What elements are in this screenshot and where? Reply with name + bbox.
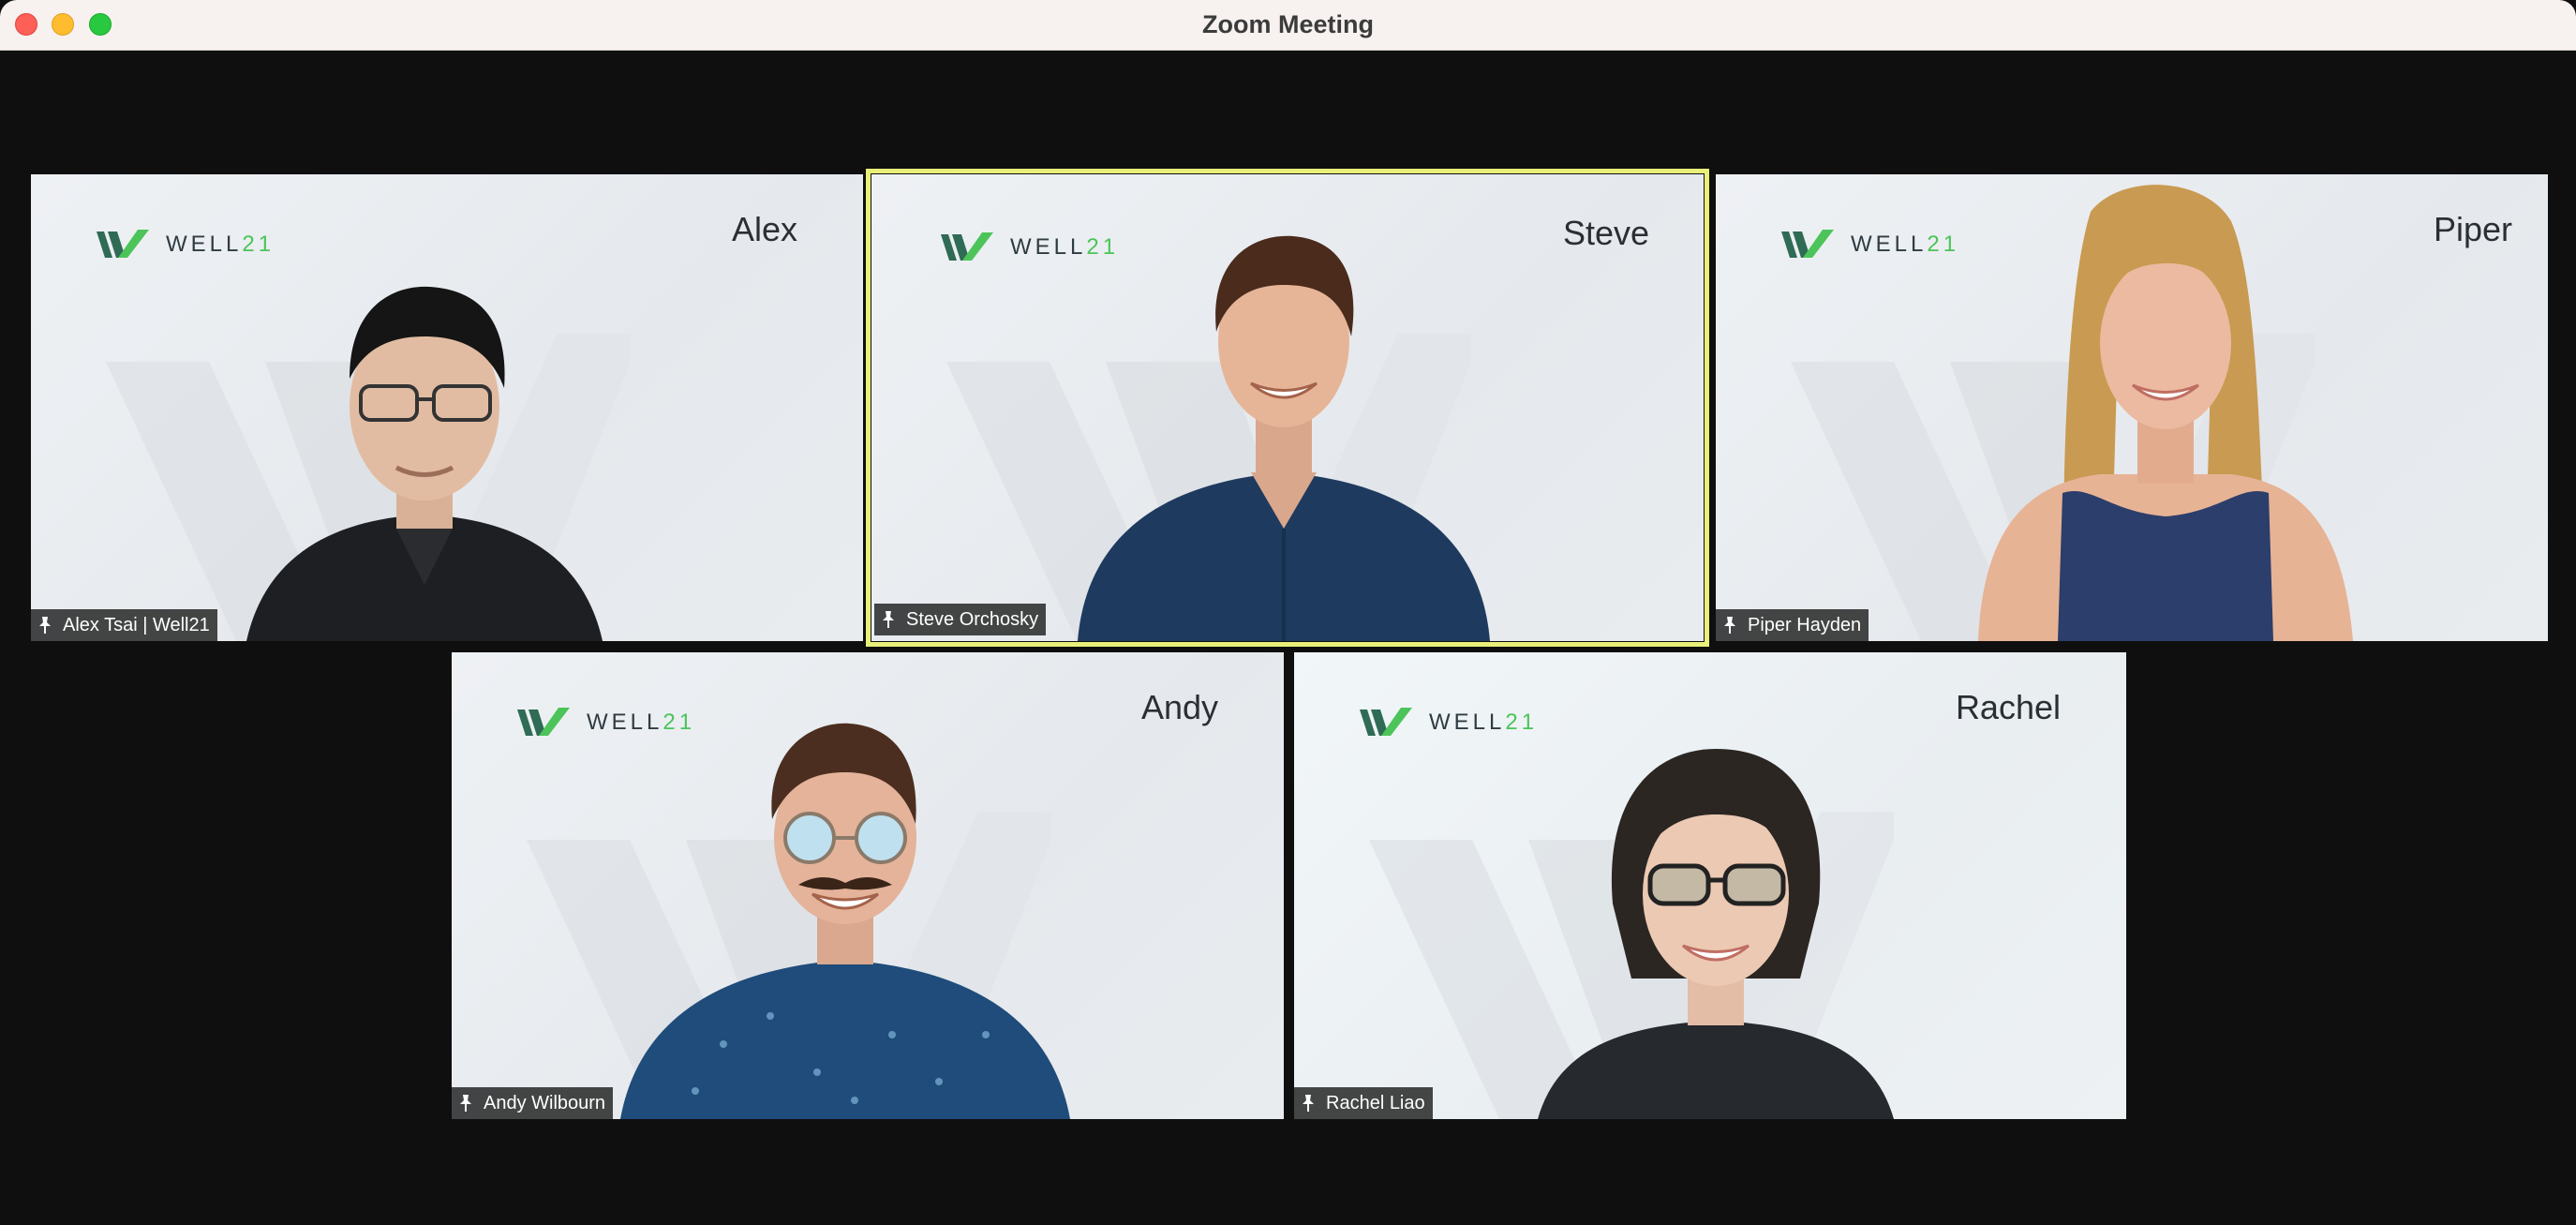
pin-icon[interactable] [1721,616,1738,635]
logo-text: WELL [1429,710,1506,735]
logo-text: WELL [1851,232,1928,257]
well21-logo-icon [941,231,997,264]
participant-full-name: Andy Wilbourn [484,1093,606,1113]
participant-video-andy [620,723,1070,1119]
participant-video-steve [1078,235,1490,641]
participant-first-name: Piper [2433,210,2512,248]
participant-first-name: Andy [1140,688,1218,726]
video-tile-steve[interactable]: WELL21 Steve Steve Orchosky [866,169,1709,647]
video-gallery: WELL21 Alex Alex Tsai | Well21 WELL21 St… [0,51,2576,1225]
participant-first-name: Steve [1562,214,1649,252]
well21-logo-icon [517,706,573,739]
participant-first-name: Alex [731,210,797,248]
pin-icon[interactable] [880,610,897,629]
title-bar: Zoom Meeting [0,0,2576,51]
video-tile-rachel[interactable]: WELL21 Rachel Rachel Liao [1294,652,2126,1119]
participant-name-label: Andy Wilbourn [452,1087,614,1119]
pin-icon[interactable] [37,616,53,635]
window-title: Zoom Meeting [1202,10,1374,38]
pin-icon[interactable] [457,1094,474,1113]
participant-full-name: Piper Hayden [1748,615,1862,635]
participant-full-name: Steve Orchosky [906,609,1039,630]
well21-logo: WELL21 [1781,226,1959,263]
participant-video-alex [246,286,603,641]
participant-name-label: Alex Tsai | Well21 [31,609,217,641]
video-tile-piper[interactable]: WELL21 Piper Piper Hayden [1716,174,2548,641]
participant-video-rachel [1538,749,1894,1119]
participant-name-label: Piper Hayden [1716,609,1869,641]
participant-full-name: Rachel Liao [1326,1093,1425,1113]
well21-logo-icon [97,228,153,261]
video-tile-andy[interactable]: WELL21 Andy Andy Wilbourn [452,652,1284,1119]
well21-logo-icon [1360,706,1416,739]
participant-name-label: Steve Orchosky [874,604,1047,635]
participant-video-piper [1978,185,2353,641]
well21-logo-icon [1781,228,1838,261]
participant-name-label: Rachel Liao [1294,1087,1433,1119]
participant-full-name: Alex Tsai | Well21 [63,615,210,635]
pin-icon[interactable] [1300,1094,1317,1113]
participant-first-name: Rachel [1955,688,2061,726]
video-tile-alex[interactable]: WELL21 Alex Alex Tsai | Well21 [31,174,863,641]
